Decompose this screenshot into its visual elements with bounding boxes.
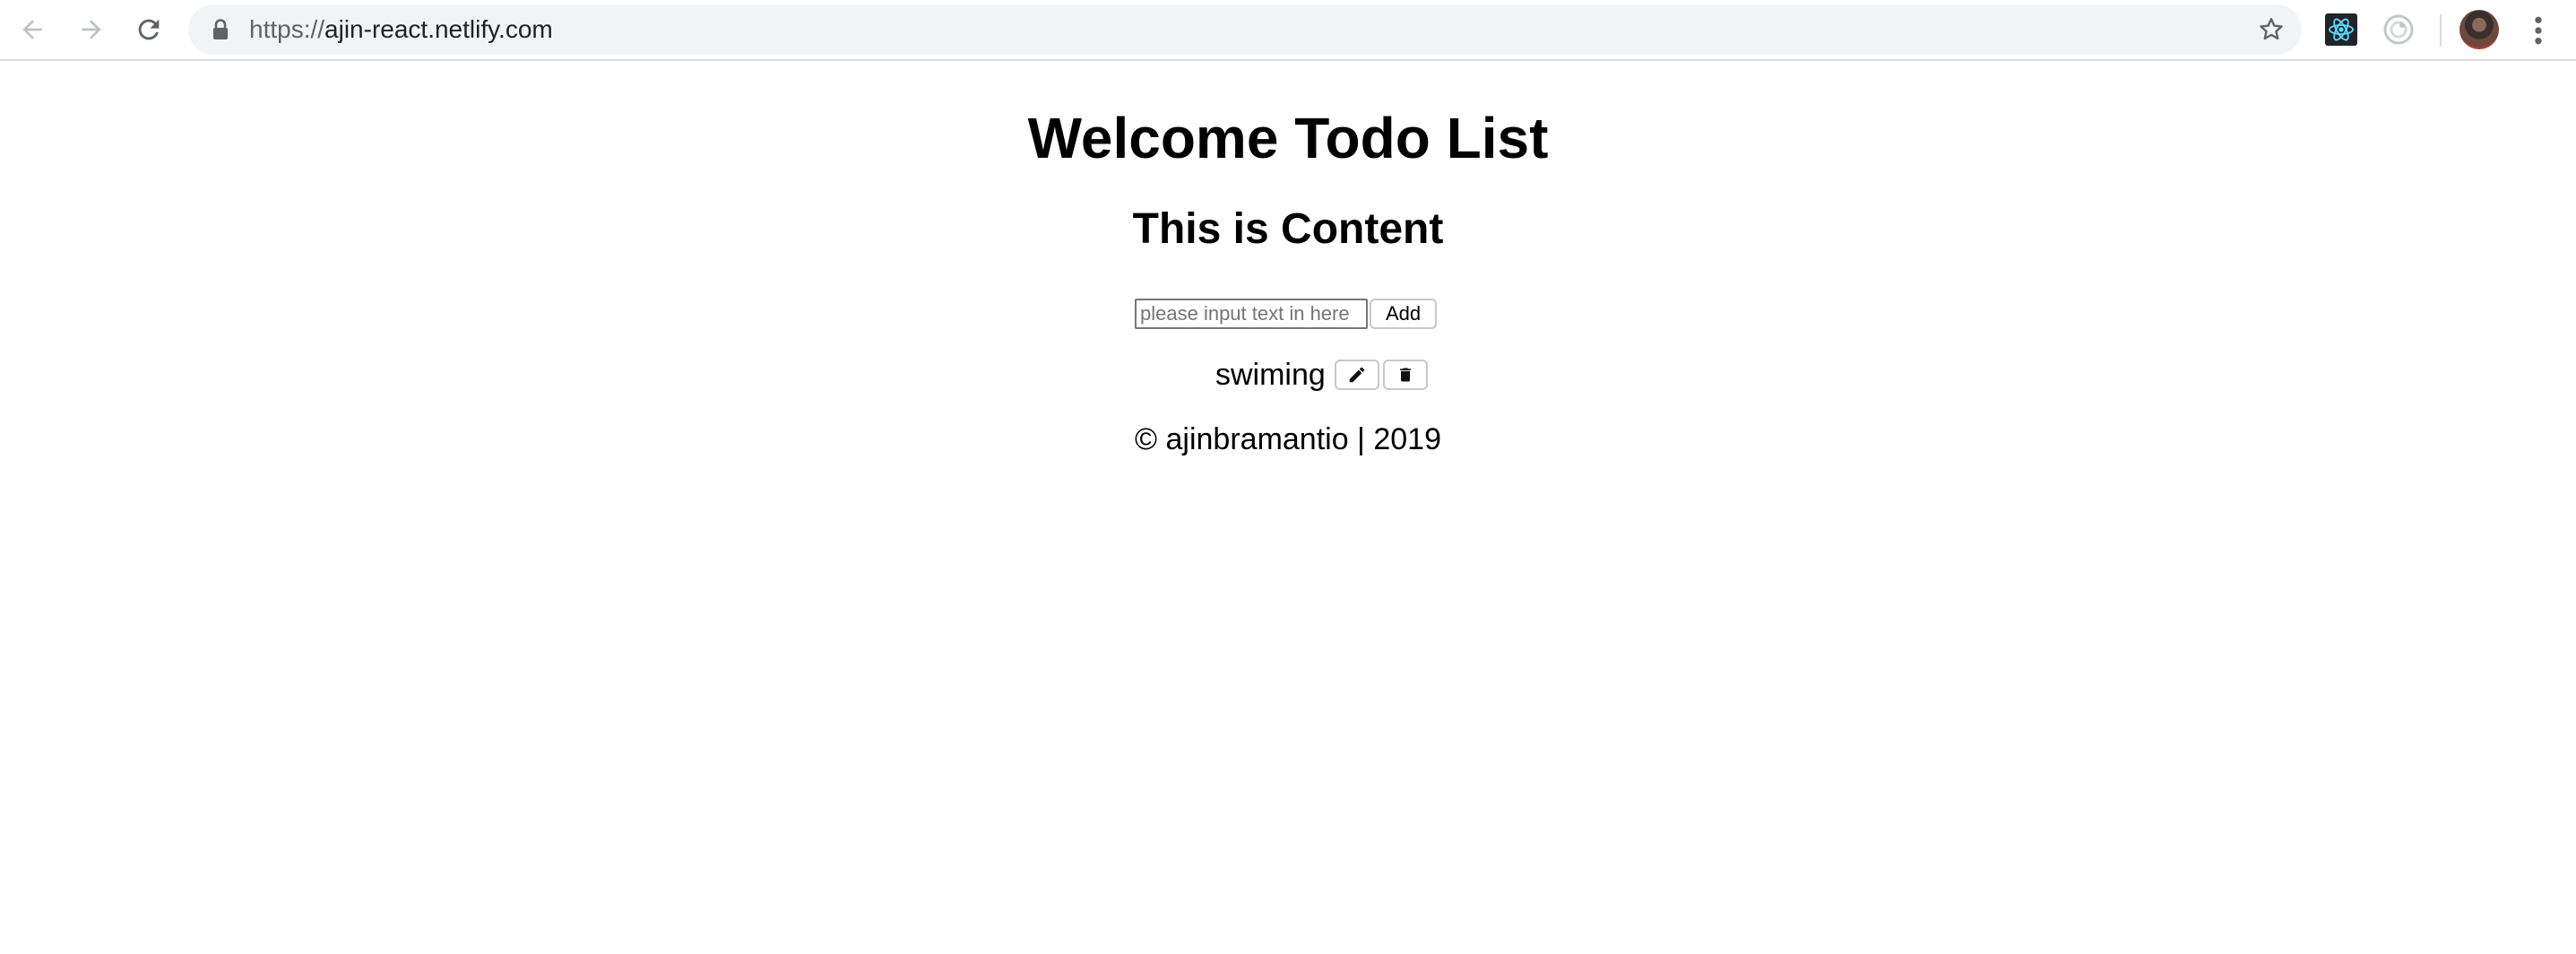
add-button[interactable]: Add	[1370, 299, 1438, 329]
delete-button[interactable]	[1382, 360, 1428, 390]
trash-icon	[1399, 368, 1411, 382]
lock-icon	[213, 19, 228, 39]
reload-button[interactable]	[129, 10, 169, 49]
extension-icon[interactable]	[2382, 13, 2415, 46]
avatar[interactable]	[2459, 10, 2499, 49]
add-todo-form: Add	[1135, 298, 1438, 330]
forward-button[interactable]	[72, 10, 111, 49]
arrow-left-icon	[22, 20, 42, 39]
react-devtools-icon[interactable]	[2325, 13, 2357, 46]
back-button[interactable]	[13, 10, 52, 49]
star-icon[interactable]	[2257, 15, 2286, 44]
arrow-right-icon	[82, 20, 101, 39]
toolbar-separator	[2440, 14, 2442, 47]
url-scheme: https://	[249, 15, 325, 43]
pencil-icon	[1349, 367, 1365, 383]
todo-input[interactable]	[1135, 299, 1368, 329]
edit-button[interactable]	[1334, 360, 1379, 390]
address-bar[interactable]: https://ajin-react.netlify.com	[188, 4, 2302, 55]
kebab-menu-icon[interactable]	[2520, 13, 2556, 48]
page-title: Welcome Todo List	[1027, 106, 1549, 170]
footer-copyright: © ajinbramantio | 2019	[1135, 422, 1441, 456]
reload-icon	[138, 19, 160, 40]
todo-text: swiming	[1215, 358, 1326, 392]
browser-toolbar: https://ajin-react.netlify.com	[0, 0, 2576, 61]
page-subtitle: This is Content	[1132, 205, 1444, 253]
url-host: ajin-react.netlify.com	[324, 15, 553, 43]
url-text: https://ajin-react.netlify.com	[249, 4, 553, 55]
list-item: swiming	[1215, 353, 1431, 396]
